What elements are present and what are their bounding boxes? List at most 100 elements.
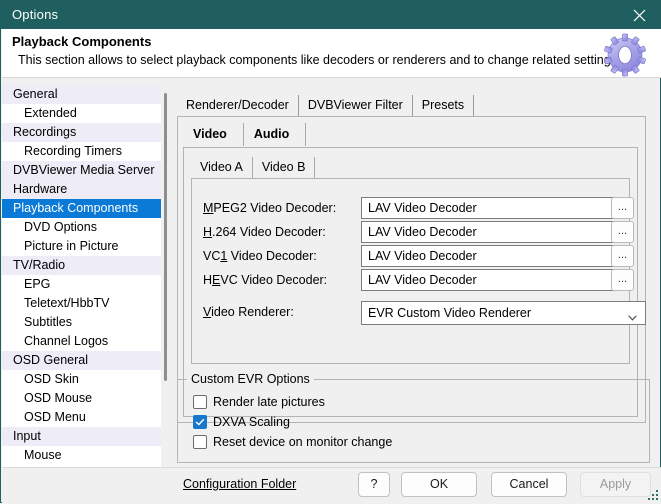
- sidebar-item-label: OSD Skin: [24, 372, 79, 386]
- page-title: Playback Components: [12, 34, 151, 49]
- tab-video-a[interactable]: Video A: [191, 157, 253, 178]
- dialog-footer: Configuration Folder ? OK Cancel Apply: [2, 467, 661, 503]
- tab-audio[interactable]: Audio: [244, 123, 306, 146]
- title-bar: Options: [1, 1, 661, 29]
- decoder-combobox-hevc-video-decoder[interactable]: LAV Video Decoder: [361, 269, 629, 291]
- sidebar-item-label: Recordings: [13, 125, 76, 139]
- page-description: This section allows to select playback c…: [18, 53, 620, 67]
- ok-button[interactable]: OK: [401, 472, 477, 497]
- sidebar-item-input[interactable]: Input: [2, 427, 170, 446]
- decoder-value: LAV Video Decoder: [368, 225, 477, 239]
- sidebar-item-mouse[interactable]: Mouse: [2, 446, 170, 465]
- tabstrip-renderer-decoder[interactable]: Renderer/Decoder DVBViewer Filter Presets: [177, 95, 474, 116]
- tree-scrollbar-thumb[interactable]: [164, 93, 167, 381]
- sidebar-item-label: General: [13, 87, 57, 101]
- sidebar-item-teletext-hbbtv[interactable]: Teletext/HbbTV: [2, 294, 170, 313]
- sidebar-item-extended[interactable]: Extended: [2, 104, 170, 123]
- decoder-label-post: Video Decoder:: [227, 249, 316, 263]
- sidebar-item-label: Playback Components: [13, 201, 138, 215]
- tab-video-b[interactable]: Video B: [253, 157, 316, 178]
- sidebar-item-label: Teletext/HbbTV: [24, 296, 109, 310]
- decoder-label-accel: H: [203, 225, 212, 239]
- apply-button: Apply: [580, 472, 651, 497]
- browse-button-h-264-video-decoder[interactable]: ...: [611, 221, 634, 243]
- decoder-label-vc1-video-decoder: VC1 Video Decoder:: [203, 249, 317, 263]
- sidebar-item-label: OSD Mouse: [24, 391, 92, 405]
- sidebar-item-epg[interactable]: EPG: [2, 275, 170, 294]
- browse-button-vc1-video-decoder[interactable]: ...: [611, 245, 634, 267]
- browse-button-mpeg2-video-decoder[interactable]: ...: [611, 197, 634, 219]
- sidebar-item-label: DVBViewer Media Server: [13, 163, 155, 177]
- tab-label: DVBViewer Filter: [308, 98, 403, 112]
- video-renderer-combobox[interactable]: EVR Custom Video Renderer: [361, 301, 646, 325]
- chevron-down-icon: [628, 310, 637, 316]
- tab-dvbviewer-filter[interactable]: DVBViewer Filter: [299, 95, 413, 116]
- decoder-combobox-h-264-video-decoder[interactable]: LAV Video Decoder: [361, 221, 629, 243]
- resize-grip[interactable]: [647, 489, 659, 501]
- tab-presets[interactable]: Presets: [413, 95, 474, 116]
- sidebar-item-recording-timers[interactable]: Recording Timers: [2, 142, 170, 161]
- tab-renderer-decoder[interactable]: Renderer/Decoder: [177, 95, 299, 116]
- tab-label: Video A: [200, 160, 243, 174]
- tab-video[interactable]: Video: [183, 123, 244, 146]
- sidebar-item-label: Picture in Picture: [24, 239, 118, 253]
- sidebar-item-osd-general[interactable]: OSD General: [2, 351, 170, 370]
- sidebar-item-hardware[interactable]: Hardware: [2, 180, 170, 199]
- sidebar-item-label: EPG: [24, 277, 50, 291]
- decoder-row-hevc-video-decoder: HEVC Video Decoder: LAV Video Decoder...: [173, 269, 654, 293]
- sidebar-item-dvbviewer-media-server[interactable]: DVBViewer Media Server: [2, 161, 170, 180]
- sidebar-item-tv-radio[interactable]: TV/Radio: [2, 256, 170, 275]
- sidebar-item-recordings[interactable]: Recordings: [2, 123, 170, 142]
- checkbox-unchecked-icon[interactable]: [193, 435, 207, 449]
- cancel-button[interactable]: Cancel: [491, 472, 567, 497]
- sidebar-item-label: OSD General: [13, 353, 88, 367]
- checkbox-unchecked-icon[interactable]: [193, 395, 207, 409]
- sidebar-item-osd-mouse[interactable]: OSD Mouse: [2, 389, 170, 408]
- sidebar-item-label: Recording Timers: [24, 144, 122, 158]
- help-button[interactable]: ?: [358, 472, 390, 497]
- checkbox-label: Reset device on monitor change: [213, 433, 392, 451]
- sidebar-item-general[interactable]: General: [2, 85, 170, 104]
- browse-button-hevc-video-decoder[interactable]: ...: [611, 269, 634, 291]
- close-icon[interactable]: [616, 1, 661, 29]
- sidebar-item-picture-in-picture[interactable]: Picture in Picture: [2, 237, 170, 256]
- sidebar-item-subtitles[interactable]: Subtitles: [2, 313, 170, 332]
- video-renderer-label: Video Renderer:: [203, 305, 294, 319]
- checkbox-checked-icon[interactable]: [193, 415, 207, 429]
- sidebar-item-label: Hardware: [13, 182, 67, 196]
- window-title: Options: [12, 7, 58, 22]
- decoder-label-post: VC Video Decoder:: [220, 273, 327, 287]
- custom-evr-options-legend: Custom EVR Options: [187, 372, 314, 386]
- decoder-combobox-vc1-video-decoder[interactable]: LAV Video Decoder: [361, 245, 629, 267]
- sidebar-item-label: Subtitles: [24, 315, 72, 329]
- decoder-label-post: .264 Video Decoder:: [212, 225, 326, 239]
- sidebar-item-osd-menu[interactable]: OSD Menu: [2, 408, 170, 427]
- video-renderer-accel: V: [203, 305, 211, 319]
- tab-label: Video: [193, 127, 227, 141]
- tabstrip-video-a-b[interactable]: Video A Video B: [191, 157, 315, 178]
- sidebar-item-osd-skin[interactable]: OSD Skin: [2, 370, 170, 389]
- sidebar-item-dvd-options[interactable]: DVD Options: [2, 218, 170, 237]
- sidebar-item-label: DVD Options: [24, 220, 97, 234]
- configuration-folder-link[interactable]: Configuration Folder: [183, 477, 296, 491]
- checkbox-label: Render late pictures: [213, 393, 325, 411]
- decoder-value: LAV Video Decoder: [368, 249, 477, 263]
- decoder-combobox-mpeg2-video-decoder[interactable]: LAV Video Decoder: [361, 197, 629, 219]
- sidebar-item-playback-components[interactable]: Playback Components: [2, 199, 170, 218]
- video-renderer-label-text: ideo Renderer:: [211, 305, 294, 319]
- decoder-value: LAV Video Decoder: [368, 273, 477, 287]
- sidebar-item-channel-logos[interactable]: Channel Logos: [2, 332, 170, 351]
- tabstrip-video-audio[interactable]: Video Audio: [183, 123, 306, 146]
- decoder-label-hevc-video-decoder: HEVC Video Decoder:: [203, 273, 327, 287]
- decoder-label-pre: VC: [203, 249, 220, 263]
- decoder-label-pre: H: [203, 273, 212, 287]
- video-renderer-row: Video Renderer: EVR Custom Video Rendere…: [173, 301, 654, 325]
- tab-label: Renderer/Decoder: [186, 98, 289, 112]
- sidebar-item-label: OSD Menu: [24, 410, 86, 424]
- settings-tree[interactable]: General Extended Recordings Recording Timer…: [2, 85, 170, 503]
- decoder-row-mpeg2-video-decoder: MPEG2 Video Decoder:LAV Video Decoder...: [173, 197, 654, 221]
- sidebar-item-label: TV/Radio: [13, 258, 65, 272]
- tree-scrollbar[interactable]: [161, 85, 170, 503]
- sidebar-item-label: Extended: [24, 106, 77, 120]
- sidebar-item-label: Mouse: [24, 448, 62, 462]
